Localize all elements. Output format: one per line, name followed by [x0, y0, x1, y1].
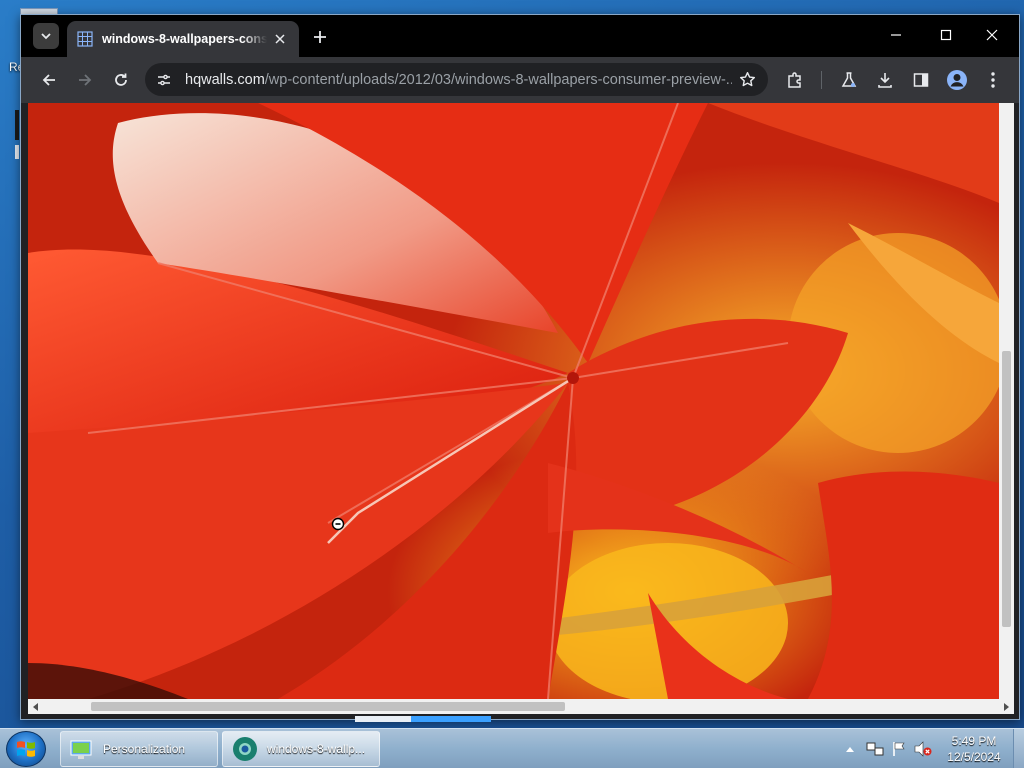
- new-tab-button[interactable]: [309, 26, 331, 48]
- scroll-right-arrow-icon[interactable]: [1000, 701, 1012, 713]
- profile-button[interactable]: [943, 66, 971, 94]
- downloads-button[interactable]: [871, 66, 899, 94]
- desktop-icon-partial-3[interactable]: [15, 145, 19, 159]
- network-icon: [866, 742, 884, 756]
- clock-time: 5:49 PM: [951, 734, 997, 748]
- volume-tray[interactable]: [912, 729, 934, 768]
- url-host: hqwalls.com: [185, 71, 265, 88]
- zoom-out-cursor-icon: [331, 517, 345, 531]
- chevron-down-icon: [41, 33, 51, 40]
- browser-window: windows-8-wallpapers-consumer-preview: [20, 14, 1020, 720]
- tab-title: windows-8-wallpapers-consumer-preview: [102, 32, 267, 46]
- system-clock[interactable]: 5:49 PM 12/5/2024: [938, 733, 1010, 765]
- profile-icon: [947, 70, 967, 90]
- side-panel-icon: [913, 73, 929, 87]
- network-tray[interactable]: [864, 729, 886, 768]
- vertical-scroll-thumb[interactable]: [1002, 351, 1011, 627]
- scroll-left-arrow-icon[interactable]: [30, 701, 42, 713]
- forward-button[interactable]: [71, 66, 99, 94]
- show-desktop-button[interactable]: [1013, 729, 1024, 768]
- extensions-button[interactable]: [781, 66, 809, 94]
- back-icon: [42, 74, 55, 86]
- close-icon: [275, 34, 285, 44]
- reload-button[interactable]: [107, 66, 135, 94]
- site-info-button[interactable]: [149, 65, 179, 95]
- tab-close-button[interactable]: [271, 30, 289, 48]
- horizontal-scrollbar[interactable]: [28, 699, 1014, 714]
- taskbar-button-label: windows-8-wallp...: [267, 742, 366, 756]
- toolbar-separator: [821, 71, 822, 89]
- wallpaper-image: [28, 103, 999, 699]
- start-button[interactable]: [6, 731, 46, 767]
- window-resize-edge-2: [411, 716, 491, 722]
- maximize-button[interactable]: [923, 15, 969, 55]
- chrome-icon: [233, 737, 257, 761]
- minimize-button[interactable]: [873, 15, 919, 55]
- personalization-icon: [70, 740, 92, 759]
- taskbar: Personalization windows-8-wallp... 5:49 …: [0, 728, 1024, 768]
- taskbar-button-browser[interactable]: windows-8-wallp...: [222, 731, 380, 767]
- star-icon: [739, 71, 755, 87]
- labs-button[interactable]: [835, 66, 863, 94]
- maximize-icon: [940, 29, 952, 41]
- taskbar-button-personalization[interactable]: Personalization: [60, 731, 218, 767]
- clock-date: 12/5/2024: [947, 750, 1001, 764]
- plus-icon: [314, 31, 326, 43]
- labs-icon: [841, 72, 857, 87]
- back-button[interactable]: [35, 66, 63, 94]
- action-center-flag-icon: [893, 742, 905, 756]
- show-hidden-icons-icon: [846, 747, 854, 752]
- address-bar[interactable]: hqwalls.com/wp-content/uploads/2012/03/w…: [145, 63, 768, 96]
- menu-icon: [991, 72, 995, 88]
- title-bar: windows-8-wallpapers-consumer-preview: [21, 15, 1019, 57]
- taskbar-button-label: Personalization: [103, 742, 186, 756]
- page-viewport[interactable]: [28, 103, 999, 699]
- browser-toolbar: hqwalls.com/wp-content/uploads/2012/03/w…: [21, 57, 1019, 103]
- menu-button[interactable]: [979, 66, 1007, 94]
- url-path: /wp-content/uploads/2012/03/windows-8-wa…: [264, 71, 732, 88]
- close-icon: [986, 29, 998, 41]
- vertical-scrollbar[interactable]: [999, 103, 1014, 699]
- close-window-button[interactable]: [969, 15, 1015, 55]
- grid-favicon-icon: [77, 31, 93, 47]
- forward-icon: [79, 74, 92, 86]
- desktop-icon-partial-2[interactable]: [15, 110, 19, 140]
- horizontal-scroll-thumb[interactable]: [91, 702, 565, 711]
- action-center-tray[interactable]: [888, 729, 910, 768]
- tab-search-button[interactable]: [33, 23, 59, 49]
- tune-icon: [158, 74, 170, 85]
- volume-muted-icon: [914, 741, 932, 757]
- extensions-icon: [788, 72, 801, 88]
- bookmark-button[interactable]: [732, 65, 762, 95]
- minimize-icon: [891, 34, 901, 36]
- reload-icon: [115, 73, 127, 86]
- download-icon: [878, 73, 892, 88]
- url-text[interactable]: hqwalls.com/wp-content/uploads/2012/03/w…: [185, 72, 732, 88]
- window-resize-edge: [355, 716, 411, 722]
- side-panel-button[interactable]: [907, 66, 935, 94]
- tab-active[interactable]: windows-8-wallpapers-consumer-preview: [67, 21, 299, 57]
- windows-logo-icon: [17, 741, 35, 757]
- show-hidden-icons-button[interactable]: [842, 729, 858, 768]
